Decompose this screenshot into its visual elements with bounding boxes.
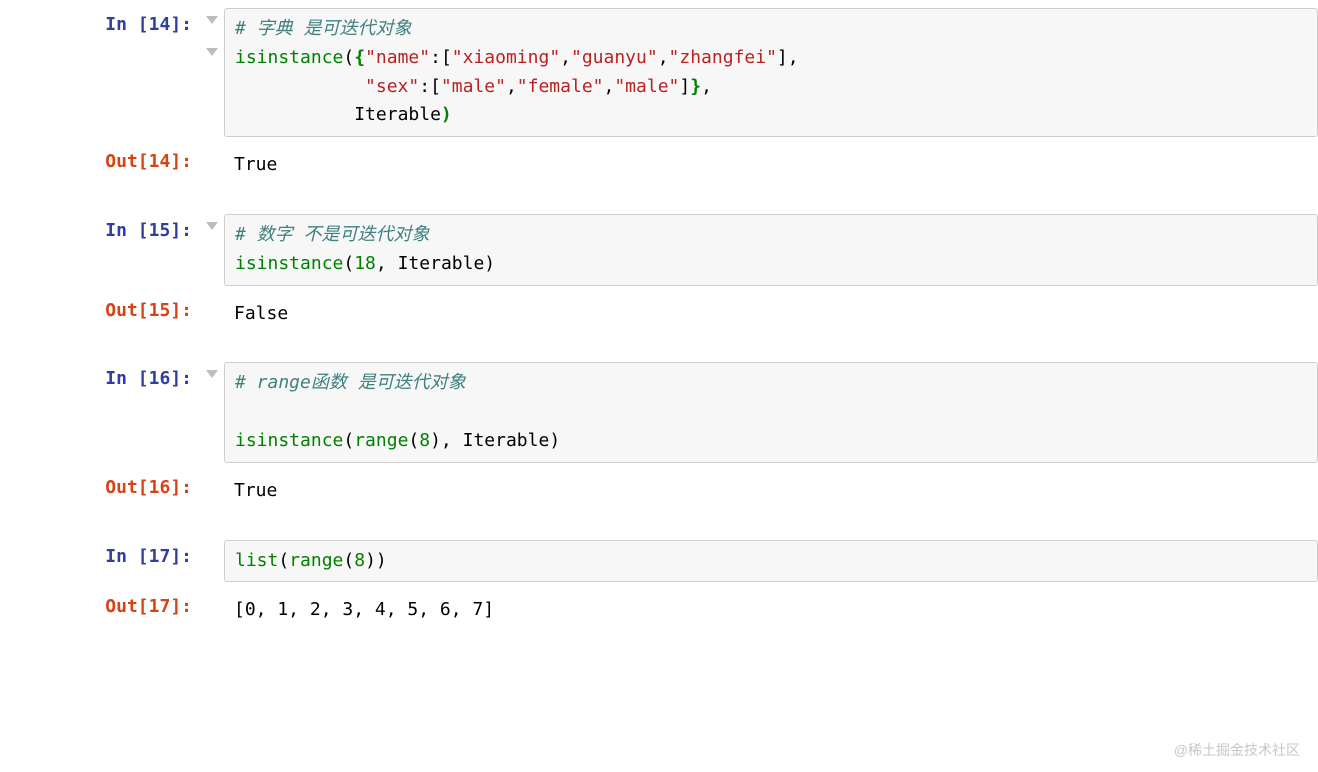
collapse-col-17	[200, 540, 224, 583]
cell-input-17: In [17]: list(range(8))	[0, 540, 1318, 583]
input-area-14: # 字典 是可迭代对象 isinstance({"name":["xiaomin…	[200, 8, 1318, 137]
code-editor-15[interactable]: # 数字 不是可迭代对象 isinstance(18, Iterable)	[224, 214, 1318, 286]
prompt-out-15: Out[15]:	[0, 294, 200, 335]
code-editor-14[interactable]: # 字典 是可迭代对象 isinstance({"name":["xiaomin…	[224, 8, 1318, 137]
input-area-16: # range函数 是可迭代对象 isinstance(range(8), It…	[200, 362, 1318, 462]
cell-input-16: In [16]: # range函数 是可迭代对象 isinstance(ran…	[0, 362, 1318, 462]
output-text-16: True	[200, 471, 1318, 512]
cell-input-14: In [14]: # 字典 是可迭代对象 isinstance({"name":…	[0, 8, 1318, 137]
collapse-col-16	[200, 362, 224, 462]
output-text-15: False	[200, 294, 1318, 335]
cell-input-15: In [15]: # 数字 不是可迭代对象 isinstance(18, Ite…	[0, 214, 1318, 286]
chevron-down-icon[interactable]	[206, 370, 218, 378]
input-area-17: list(range(8))	[200, 540, 1318, 583]
prompt-in-14: In [14]:	[0, 8, 200, 137]
code-editor-17[interactable]: list(range(8))	[224, 540, 1318, 583]
output-text-17: [0, 1, 2, 3, 4, 5, 6, 7]	[200, 590, 1318, 631]
watermark-text: @稀土掘金技术社区	[1174, 740, 1300, 760]
input-area-15: # 数字 不是可迭代对象 isinstance(18, Iterable)	[200, 214, 1318, 286]
collapse-col-14	[200, 8, 224, 137]
chevron-down-icon[interactable]	[206, 16, 218, 24]
cell-output-17: Out[17]: [0, 1, 2, 3, 4, 5, 6, 7]	[0, 590, 1318, 631]
prompt-out-17: Out[17]:	[0, 590, 200, 631]
code-editor-16[interactable]: # range函数 是可迭代对象 isinstance(range(8), It…	[224, 362, 1318, 462]
prompt-in-15: In [15]:	[0, 214, 200, 286]
cell-output-14: Out[14]: True	[0, 145, 1318, 186]
prompt-in-16: In [16]:	[0, 362, 200, 462]
chevron-down-icon[interactable]	[206, 48, 218, 56]
output-text-14: True	[200, 145, 1318, 186]
prompt-in-17: In [17]:	[0, 540, 200, 583]
cell-output-15: Out[15]: False	[0, 294, 1318, 335]
chevron-down-icon[interactable]	[206, 222, 218, 230]
prompt-out-16: Out[16]:	[0, 471, 200, 512]
prompt-out-14: Out[14]:	[0, 145, 200, 186]
collapse-col-15	[200, 214, 224, 286]
cell-output-16: Out[16]: True	[0, 471, 1318, 512]
